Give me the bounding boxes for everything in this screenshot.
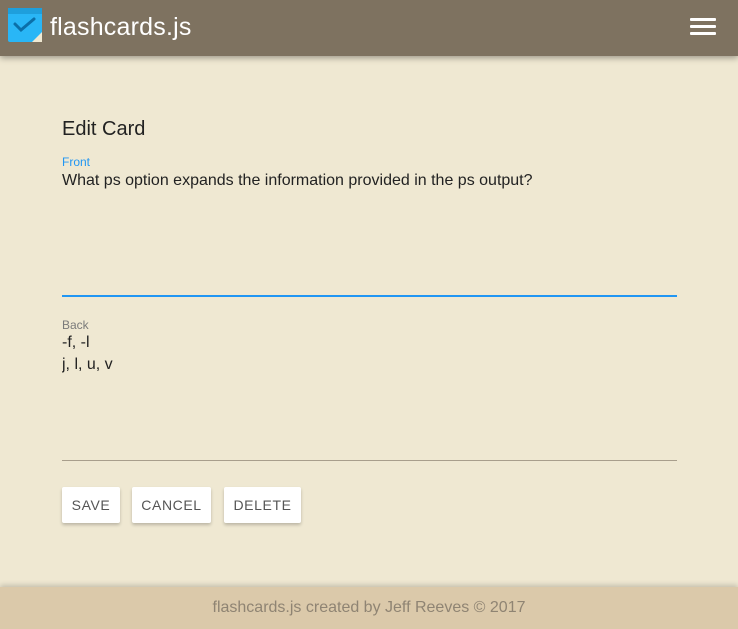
back-field-label: Back xyxy=(62,318,89,332)
hamburger-menu-icon[interactable] xyxy=(690,18,716,40)
save-button[interactable]: SAVE xyxy=(62,487,120,523)
app-bar: flashcards.js xyxy=(0,0,738,56)
page-title: Edit Card xyxy=(62,118,146,140)
flashcard-check-icon[interactable] xyxy=(8,8,42,42)
front-field-underline xyxy=(62,295,677,297)
front-textarea[interactable]: What ps option expands the information p… xyxy=(62,170,677,280)
front-field-label: Front xyxy=(62,155,91,169)
back-field-underline xyxy=(62,460,677,461)
footer: flashcards.js created by Jeff Reeves © 2… xyxy=(0,587,738,629)
back-textarea[interactable]: -f, -l j, l, u, v xyxy=(62,332,677,442)
app-title[interactable]: flashcards.js xyxy=(50,11,192,43)
cancel-button[interactable]: CANCEL xyxy=(132,487,211,523)
footer-credit: flashcards.js created by Jeff Reeves © 2… xyxy=(212,599,526,616)
delete-button[interactable]: DELETE xyxy=(224,487,301,523)
